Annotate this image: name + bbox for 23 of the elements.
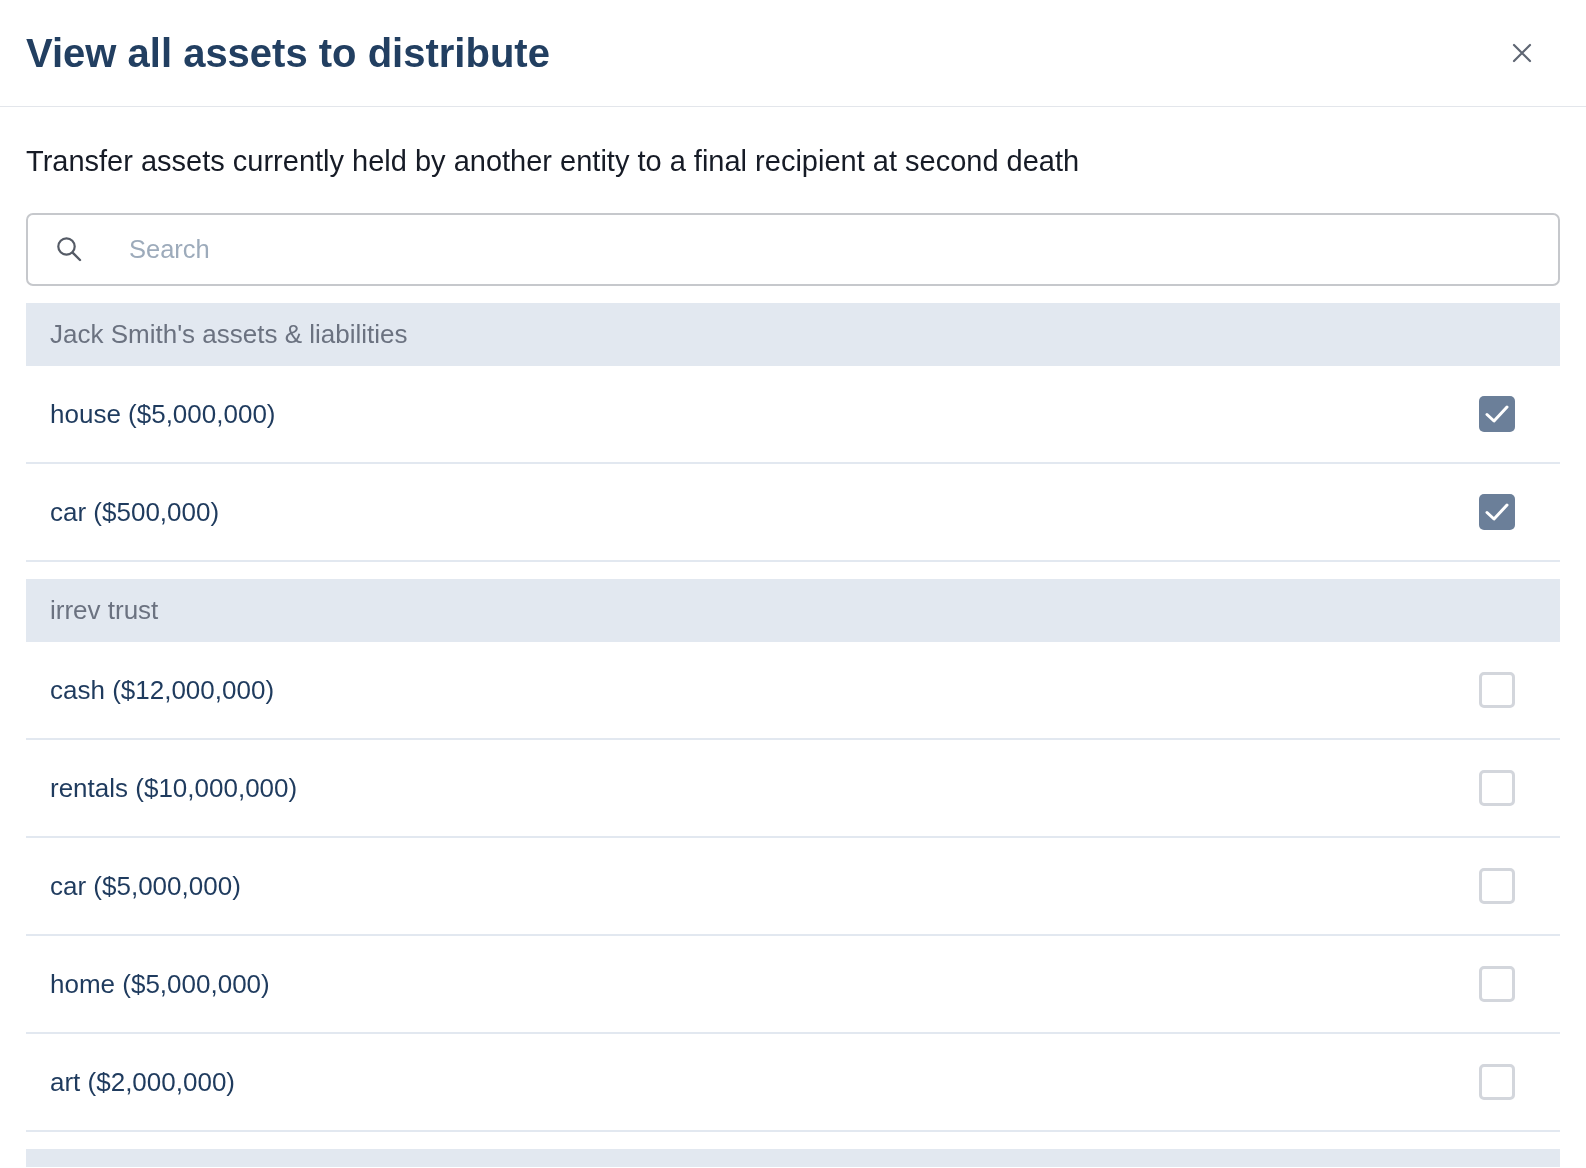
asset-label: car ($500,000) [50,495,220,529]
checkbox[interactable] [1479,396,1515,432]
asset-label: car ($5,000,000) [50,869,241,903]
group-header: Jack Smith's assets & liabilities [26,303,1560,366]
dialog-title: View all assets to distribute [26,30,550,77]
checkbox[interactable] [1479,1064,1515,1100]
search-field[interactable]: Search [26,213,1560,286]
asset-label: home ($5,000,000) [50,967,270,1001]
asset-label: cash ($12,000,000) [50,673,275,707]
asset-label: art ($2,000,000) [50,1065,235,1099]
close-icon [1512,43,1532,63]
checkbox[interactable] [1479,868,1515,904]
checkmark-icon [1485,405,1509,423]
checkbox[interactable] [1479,966,1515,1002]
asset-label: house ($5,000,000) [50,397,276,431]
checkbox[interactable] [1479,494,1515,530]
checkbox[interactable] [1479,770,1515,806]
dialog-description: Transfer assets currently held by another entity to a final recipient at second death [26,145,1081,177]
checkmark-icon [1485,503,1509,521]
group-header: irrev trust [26,579,1560,642]
asset-label: rentals ($10,000,000) [50,771,298,805]
search-icon [56,236,82,262]
checkbox[interactable] [1479,672,1515,708]
